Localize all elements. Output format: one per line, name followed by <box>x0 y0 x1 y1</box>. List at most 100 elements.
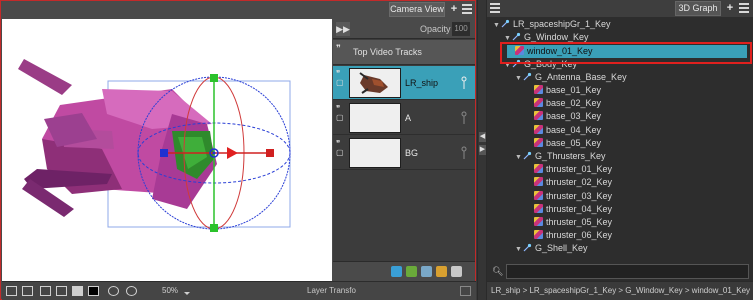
chevron-down-icon[interactable]: ▼ <box>515 243 523 256</box>
layer-name: A <box>405 113 412 123</box>
tree-node[interactable]: thruster_06_Key <box>526 229 612 242</box>
peg-icon <box>512 32 521 41</box>
collapse-right-icon[interactable]: ▶ <box>479 145 486 155</box>
layer-thumbnail <box>349 138 401 168</box>
search-input[interactable] <box>506 264 749 279</box>
mesh-icon <box>534 177 543 187</box>
reset-zoom-icon[interactable] <box>126 286 137 296</box>
mesh-icon <box>534 164 543 174</box>
peg-pin-icon[interactable] <box>461 111 467 125</box>
chevron-down-icon[interactable]: ▼ <box>515 151 523 164</box>
graph-menu-icon[interactable] <box>490 3 500 13</box>
reset-rotation-icon[interactable] <box>108 286 119 296</box>
peg-icon <box>501 19 510 28</box>
camera-tab-bar: Camera View + <box>1 1 475 18</box>
tree-node-label: thruster_06_Key <box>546 230 613 241</box>
mesh-icon <box>534 230 543 240</box>
tree-node-label: thruster_03_Key <box>546 190 613 201</box>
layer-row-a[interactable]: ❞ ▢ A <box>333 101 475 135</box>
visibility-icon[interactable]: ❞ <box>336 43 341 54</box>
camera-status-bar: 50% Layer Transfo <box>2 281 476 300</box>
layer-name: BG <box>405 148 419 158</box>
mesh-icon <box>534 124 543 134</box>
add-drawing-icon[interactable] <box>406 266 417 277</box>
frame-icon[interactable] <box>40 286 51 296</box>
track-group-label: Top Video Tracks <box>353 47 422 57</box>
collapse-left-icon[interactable]: ◀ <box>479 132 486 142</box>
delete-layer-icon[interactable] <box>451 266 462 277</box>
layer-toolbar <box>333 261 475 281</box>
tree-node[interactable]: thruster_05_Key <box>526 216 612 229</box>
scene-viewport[interactable] <box>2 19 332 281</box>
grid-icon[interactable] <box>6 286 17 296</box>
tree-node[interactable]: ▼ LR_spaceshipGr_1_Key <box>493 18 611 31</box>
tree-node[interactable]: thruster_03_Key <box>526 190 612 203</box>
breadcrumb: LR_ship > LR_spaceshipGr_1_Key > G_Windo… <box>487 281 753 300</box>
tree-node[interactable]: thruster_04_Key <box>526 203 612 216</box>
tree-node-label: base_02_Key <box>546 98 602 109</box>
layer-flags-icon[interactable]: ❞ ▢ <box>336 69 346 87</box>
tree-node[interactable]: ▼ G_Thrusters_Key <box>515 150 606 163</box>
peg-pin-icon[interactable] <box>461 76 467 90</box>
safe-area-icon[interactable] <box>22 286 33 296</box>
chevron-down-icon[interactable] <box>184 292 190 295</box>
layer-flags-icon[interactable]: ❞ ▢ <box>336 104 346 122</box>
onion-skin-icon[interactable] <box>56 286 67 296</box>
tab-3d-graph[interactable]: 3D Graph <box>675 1 721 16</box>
tree-node[interactable]: thruster_02_Key <box>526 176 612 189</box>
tab-camera-view[interactable]: Camera View <box>389 2 445 17</box>
tree-node[interactable]: ▼ G_Antenna_Base_Key <box>515 71 627 84</box>
matte-icon[interactable] <box>88 286 99 296</box>
selection-highlight-outline <box>500 42 752 64</box>
expand-arrow-icon[interactable]: ▶▶ <box>336 22 350 36</box>
y-handle-bottom <box>210 224 218 232</box>
tree-node-label: G_Thrusters_Key <box>535 151 606 161</box>
tree-node[interactable]: base_01_Key <box>526 84 601 97</box>
chevron-down-icon[interactable]: ▼ <box>493 19 501 32</box>
tree-node[interactable]: base_02_Key <box>526 97 601 110</box>
layer-flags-icon[interactable]: ❞ ▢ <box>336 139 346 157</box>
peg-pin-icon[interactable] <box>461 146 467 160</box>
tree-node-label: thruster_02_Key <box>546 177 613 188</box>
z-handle-left <box>160 149 168 157</box>
layer-panel-header: ▶▶ Opacity 100 <box>333 19 475 39</box>
graph3d-tab-bar: 3D Graph + <box>487 0 753 17</box>
add-view-icon[interactable]: + <box>448 2 460 16</box>
add-folder-icon[interactable] <box>436 266 447 277</box>
render-preview-icon[interactable] <box>72 286 83 296</box>
panel-menu-icon[interactable] <box>462 4 472 14</box>
app-root: Camera View + ▶▶ Opacity 100 ❞ Top Video… <box>0 0 753 300</box>
tree-node-label: thruster_01_Key <box>546 164 613 175</box>
tree-node[interactable]: ▼ G_Shell_Key <box>515 242 588 255</box>
peg-icon <box>523 151 532 160</box>
opacity-field[interactable]: 100 <box>452 22 470 36</box>
layer-thumbnail <box>349 68 401 98</box>
toggle-grid-icon[interactable] <box>460 286 471 296</box>
tree-node-label: thruster_04_Key <box>546 203 613 214</box>
layer-thumbnail <box>349 103 401 133</box>
tree-node[interactable]: base_03_Key <box>526 110 601 123</box>
add-view-icon[interactable]: + <box>724 1 736 15</box>
tree-node[interactable]: base_04_Key <box>526 124 601 137</box>
mesh-icon <box>534 190 543 200</box>
zoom-level[interactable]: 50% <box>162 286 178 295</box>
camera-canvas[interactable] <box>2 19 332 281</box>
tree-node-label: G_Window_Key <box>524 32 589 43</box>
x-arrow <box>227 147 238 159</box>
panel-menu-icon[interactable] <box>739 3 749 13</box>
chevron-down-icon[interactable]: ▼ <box>515 72 523 85</box>
tree-node-label: thruster_05_Key <box>546 217 613 227</box>
tree-node-label: G_Antenna_Base_Key <box>535 71 627 82</box>
tree-node[interactable]: thruster_01_Key <box>526 163 612 176</box>
camera-view-panel: Camera View + ▶▶ Opacity 100 ❞ Top Video… <box>0 0 476 300</box>
mesh-icon <box>534 203 543 213</box>
track-group-header[interactable]: ❞ Top Video Tracks <box>333 40 475 65</box>
tree-node[interactable]: base_05_Key <box>526 137 601 150</box>
panel-splitter[interactable]: ◀ ▶ <box>477 0 487 300</box>
add-peg-icon[interactable] <box>421 266 432 277</box>
peg-icon <box>523 72 532 81</box>
peg-icon <box>523 243 532 252</box>
layer-row-lr-ship[interactable]: ❞ ▢ LR_ship <box>333 66 475 100</box>
add-layer-icon[interactable] <box>391 266 402 277</box>
layer-row-bg[interactable]: ❞ ▢ BG <box>333 136 475 170</box>
